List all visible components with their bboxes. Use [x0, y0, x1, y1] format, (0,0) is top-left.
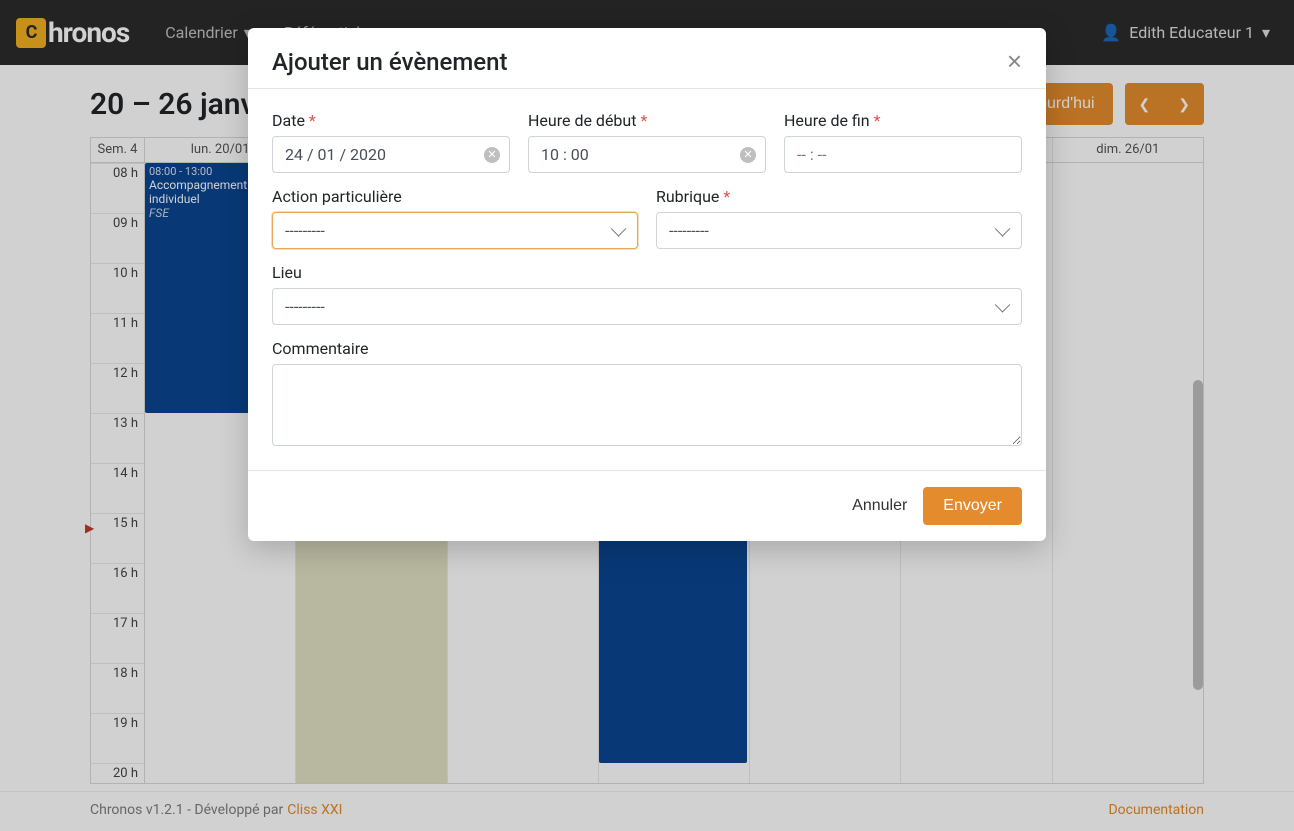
start-time-label-text: Heure de début [528, 111, 636, 130]
modal-header: Ajouter un évènement × [248, 28, 1046, 88]
comment-textarea[interactable] [272, 364, 1022, 446]
end-time-field-group: Heure de fin * [784, 111, 1022, 173]
cancel-button[interactable]: Annuler [852, 497, 907, 515]
clear-icon[interactable]: ✕ [740, 147, 756, 163]
rubrique-select[interactable]: --------- [656, 212, 1022, 249]
lieu-label: Lieu [272, 263, 1022, 282]
lieu-field-group: Lieu --------- [272, 263, 1022, 325]
rubrique-field-group: Rubrique * --------- [656, 187, 1022, 249]
end-time-label: Heure de fin * [784, 111, 1022, 130]
clear-icon[interactable]: ✕ [484, 147, 500, 163]
action-label: Action particulière [272, 187, 638, 206]
modal-footer: Annuler Envoyer [248, 471, 1046, 541]
end-time-input[interactable] [784, 136, 1022, 173]
start-time-field-group: Heure de début * ✕ [528, 111, 766, 173]
start-time-label: Heure de début * [528, 111, 766, 130]
modal-body: Date * ✕ Heure de début * ✕ [248, 88, 1046, 471]
close-button[interactable]: × [1007, 48, 1022, 74]
date-field-group: Date * ✕ [272, 111, 510, 173]
add-event-modal: Ajouter un évènement × Date * ✕ Heure de… [248, 28, 1046, 541]
comment-label: Commentaire [272, 339, 1022, 358]
date-label-text: Date [272, 111, 305, 130]
date-label: Date * [272, 111, 510, 130]
action-field-group: Action particulière --------- [272, 187, 638, 249]
action-select[interactable]: --------- [272, 212, 638, 249]
comment-field-group: Commentaire [272, 339, 1022, 446]
start-time-input[interactable] [528, 136, 766, 173]
modal-title: Ajouter un évènement [272, 48, 508, 76]
rubrique-label-text: Rubrique [656, 187, 719, 206]
date-input[interactable] [272, 136, 510, 173]
end-time-label-text: Heure de fin [784, 111, 870, 130]
rubrique-label: Rubrique * [656, 187, 1022, 206]
lieu-select[interactable]: --------- [272, 288, 1022, 325]
submit-button[interactable]: Envoyer [923, 487, 1022, 525]
close-icon: × [1007, 46, 1022, 76]
